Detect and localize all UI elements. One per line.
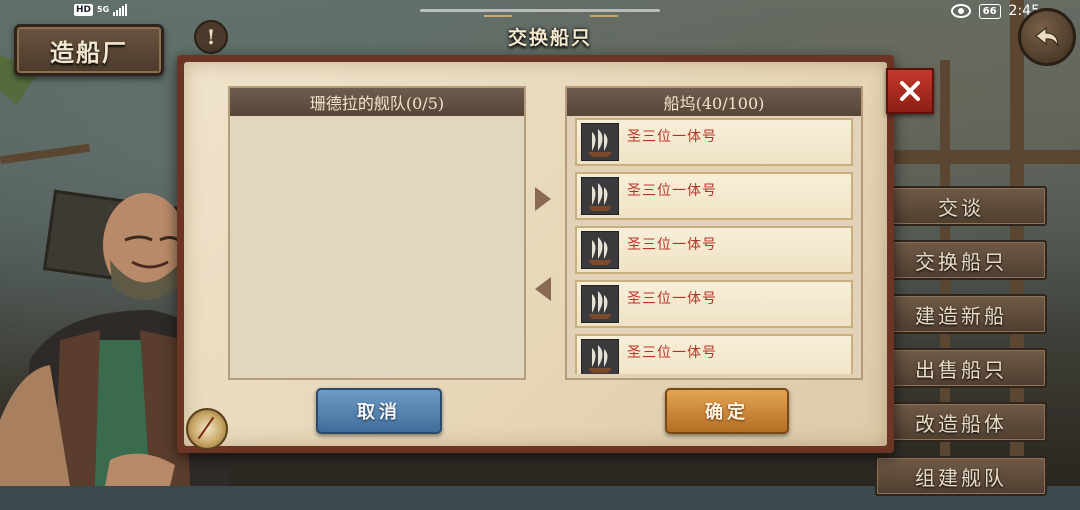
dock-ship-list[interactable]: 圣三位一体号 圣三位一体号 圣三位一体号 圣三位一体号 圣三位一体号: [575, 118, 853, 374]
title-ornament: [484, 15, 512, 17]
dock-panel-title: 船坞(40/100): [663, 94, 765, 113]
fleet-panel: 珊德拉的舰队(0/5): [228, 86, 526, 380]
dialog-title: 交换船只: [507, 26, 592, 49]
cancel-button[interactable]: 取消: [316, 388, 442, 434]
hd-indicator: HD: [74, 4, 94, 16]
list-item[interactable]: 圣三位一体号: [575, 226, 853, 274]
ship-name: 圣三位一体号: [627, 291, 717, 307]
ship-name: 圣三位一体号: [627, 345, 717, 361]
shipyard-title: 造船厂: [50, 37, 128, 67]
close-icon: [900, 81, 920, 101]
close-button[interactable]: [886, 68, 934, 114]
menu-sell-ship-button[interactable]: 出售船只: [875, 348, 1047, 388]
back-arrow-icon: [1035, 26, 1059, 47]
menu-remodel-hull-button[interactable]: 改造船体: [875, 402, 1047, 442]
menu-exchange-ships-button[interactable]: 交换船只: [875, 240, 1047, 280]
fleet-panel-header: 珊德拉的舰队(0/5): [230, 88, 524, 116]
eye-comfort-icon: [950, 4, 971, 18]
ship-name: 圣三位一体号: [627, 129, 717, 145]
menu-form-fleet-button[interactable]: 组建舰队: [875, 456, 1047, 496]
back-button[interactable]: [1018, 8, 1076, 66]
ship-icon: [581, 231, 619, 269]
menu-item-label: 建造新船: [915, 303, 1007, 328]
arrow-right-icon[interactable]: [535, 187, 551, 211]
ship-icon: [581, 339, 619, 374]
list-item[interactable]: 圣三位一体号: [575, 334, 853, 374]
menu-build-ship-button[interactable]: 建造新船: [875, 294, 1047, 334]
wooden-beam: [880, 150, 1080, 164]
ship-icon: [581, 123, 619, 161]
battery-indicator: 66: [978, 3, 1001, 19]
menu-item-label: 改造船体: [915, 411, 1007, 436]
fleet-panel-title: 珊德拉的舰队(0/5): [309, 94, 445, 113]
shipyard-sign: 造船厂: [14, 24, 164, 76]
confirm-button[interactable]: 确定: [665, 388, 789, 434]
alert-icon[interactable]: !: [194, 20, 228, 54]
network-type: 5G: [97, 5, 110, 14]
wooden-beam: [0, 143, 91, 165]
menu-item-label: 交谈: [938, 195, 984, 220]
menu-item-label: 交换船只: [915, 249, 1007, 274]
shipyard-menu: 交谈 交换船只 建造新船 出售船只 改造船体 组建舰队: [875, 186, 1047, 510]
cancel-button-label: 取消: [357, 402, 401, 423]
list-item[interactable]: 圣三位一体号: [575, 280, 853, 328]
ship-name: 圣三位一体号: [627, 183, 717, 199]
signal-icon: [113, 4, 128, 16]
ship-icon: [581, 177, 619, 215]
notch-pill: [420, 9, 660, 12]
dock-panel: 船坞(40/100) 圣三位一体号 圣三位一体号 圣三位一体号 圣三位一体号 圣…: [565, 86, 863, 380]
list-item[interactable]: 圣三位一体号: [575, 118, 853, 166]
ship-icon: [581, 285, 619, 323]
confirm-button-label: 确定: [705, 402, 749, 423]
dock-panel-header: 船坞(40/100): [567, 88, 861, 116]
arrow-left-icon[interactable]: [535, 277, 551, 301]
menu-item-label: 出售船只: [915, 357, 1007, 382]
ship-name: 圣三位一体号: [627, 237, 717, 253]
compass-icon: [186, 408, 228, 450]
fleet-list-empty[interactable]: [230, 116, 524, 378]
menu-item-label: 组建舰队: [915, 465, 1007, 490]
title-ornament: [590, 15, 618, 17]
list-item[interactable]: 圣三位一体号: [575, 172, 853, 220]
menu-talk-button[interactable]: 交谈: [875, 186, 1047, 226]
